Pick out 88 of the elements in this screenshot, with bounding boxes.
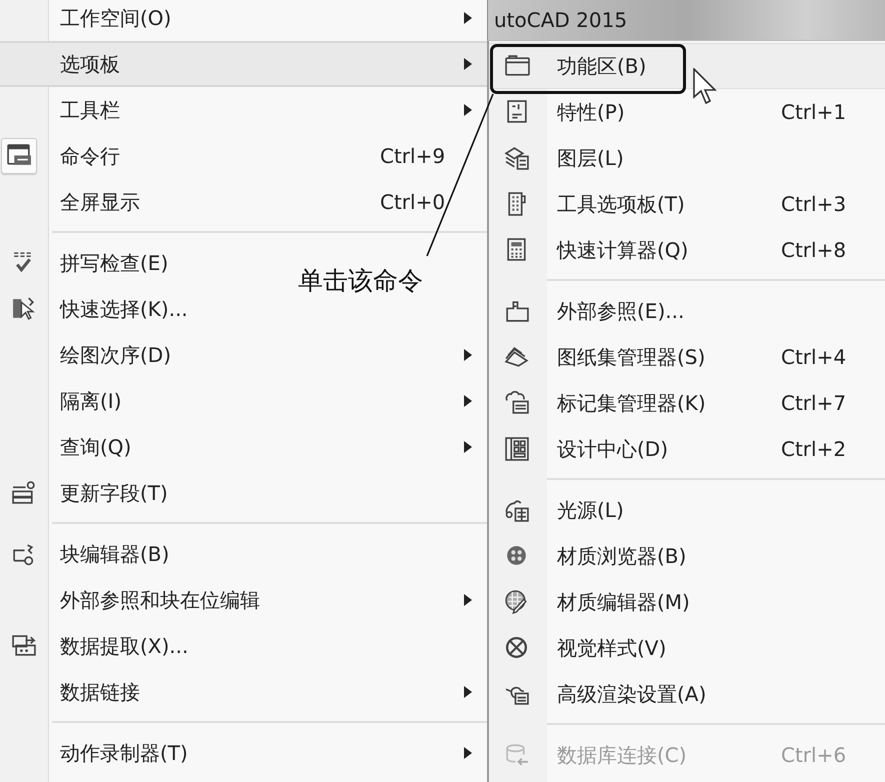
menu-item-label: 工具栏 — [60, 96, 120, 124]
submenu-arrow-icon — [464, 686, 472, 698]
submenu-item[interactable]: 高级渲染设置(A) — [489, 671, 885, 717]
menu-item[interactable]: 块编辑器(B) — [0, 531, 178, 577]
submenu-item[interactable]: 工具选项板(T) Ctrl+3 — [489, 181, 885, 227]
menu-item-label: 快速计算器(Q) — [557, 236, 688, 264]
menu-item-label: 图层(L) — [557, 144, 624, 172]
menu-item-label: 高级渲染设置(A) — [557, 680, 706, 708]
circle-cross-icon — [504, 635, 530, 661]
menu-item[interactable]: 工具栏 — [0, 87, 487, 133]
shortcut-label: Ctrl+9 — [380, 144, 446, 168]
menu-item-label: 功能区(B) — [557, 52, 646, 80]
menu-item[interactable]: 全屏显示 Ctrl+0 — [0, 179, 487, 225]
menu-item-label: 全屏显示 — [60, 188, 140, 216]
menu-item[interactable]: 快速选择(K)... — [0, 286, 196, 332]
menu-item-label: 外部参照(E)... — [557, 298, 684, 324]
menu-item-label: 材质浏览器(B) — [557, 542, 686, 570]
menu-item-label: 更新字段(T) — [60, 480, 168, 506]
submenu-item[interactable]: 快速计算器(Q) Ctrl+8 — [489, 227, 885, 273]
shortcut-label: Ctrl+8 — [781, 238, 846, 262]
menu-item[interactable]: 数据链接 — [0, 669, 487, 715]
database-icon — [504, 742, 530, 768]
menu-item[interactable]: 拼写检查(E) — [0, 240, 176, 286]
annotation-text: 单击该命令 — [298, 266, 423, 297]
shortcut-label: Ctrl+3 — [781, 192, 846, 216]
menu-item[interactable]: 命令行 Ctrl+9 — [0, 133, 487, 179]
menu-item-label: 命令行 — [60, 142, 120, 170]
submenu-item[interactable]: 图层(L) — [489, 135, 885, 181]
shortcut-label: Ctrl+6 — [781, 743, 846, 767]
shortcut-label: Ctrl+2 — [781, 437, 846, 461]
submenu-item[interactable]: 图纸集管理器(S) Ctrl+4 — [489, 334, 885, 380]
menu-item[interactable]: 数据提取(X)... — [0, 623, 196, 669]
field-update-icon — [11, 480, 37, 506]
submenu-arrow-icon — [464, 12, 472, 24]
submenu-arrow-icon — [464, 58, 472, 70]
submenu-item[interactable]: 功能区(B) — [489, 43, 885, 89]
submenu-arrow-icon — [464, 747, 472, 759]
menu-item[interactable]: 隔离(I) — [0, 378, 487, 424]
shortcut-label: Ctrl+7 — [781, 391, 846, 415]
menu-item-label: 隔离(I) — [60, 388, 122, 414]
menu-item-label: 设计中心(D) — [557, 436, 668, 462]
submenu-item[interactable]: 外部参照(E)... — [489, 288, 885, 334]
grid-panel-icon — [504, 436, 530, 462]
cursor-selection-icon — [11, 296, 37, 322]
menu-item-label: 查询(Q) — [60, 434, 132, 460]
menu-item-label: 数据提取(X)... — [60, 632, 188, 660]
menu-item-label: 材质编辑器(M) — [557, 588, 690, 616]
mouse-cursor-icon — [693, 68, 717, 106]
menu-item-label: 工作空间(O) — [60, 4, 172, 32]
menu-item-label: 绘图次序(D) — [60, 342, 172, 368]
menu-item[interactable]: 选项板 — [0, 41, 487, 87]
menu-item[interactable]: 更新字段(T) — [0, 470, 176, 516]
menu-item-label: 数据库连接(C) — [557, 742, 687, 768]
submenu-item[interactable]: 光源(L) — [489, 487, 885, 533]
menu-item[interactable]: 查询(Q) — [0, 424, 487, 470]
submenu-arrow-icon — [464, 594, 472, 606]
menu-item-label: 块编辑器(B) — [60, 540, 170, 568]
menu-item[interactable]: 绘图次序(D) — [0, 332, 487, 378]
menu-item-label: 视觉样式(V) — [557, 634, 666, 662]
submenu-item[interactable]: 材质浏览器(B) — [489, 533, 885, 579]
menu-item-label: 动作录制器(T) — [60, 740, 188, 766]
menu-item-label: 光源(L) — [557, 496, 624, 524]
window-title: utoCAD 2015 — [494, 8, 628, 32]
shortcut-label: Ctrl+0 — [380, 190, 446, 214]
menu-item-label: 图纸集管理器(S) — [557, 344, 706, 370]
submenu-item[interactable]: 设计中心(D) Ctrl+2 — [489, 426, 885, 472]
submenu-arrow-icon — [464, 441, 472, 453]
shortcut-label: Ctrl+4 — [781, 345, 846, 369]
menu-item-label: 选项板 — [60, 50, 120, 78]
menu-item-label: 外部参照和块在位编辑 — [60, 586, 260, 614]
cloud-table-icon — [504, 390, 530, 416]
submenu-item[interactable]: 视觉样式(V) — [489, 625, 885, 671]
menu-item-label: 数据链接 — [60, 678, 140, 706]
submenu-item[interactable]: 材质编辑器(M) — [489, 579, 885, 625]
menu-item[interactable]: 动作录制器(T) — [0, 730, 487, 776]
layers-icon — [504, 145, 530, 171]
menu-item-label: 拼写检查(E) — [60, 250, 168, 276]
menu-item-label: 工具选项板(T) — [557, 190, 685, 218]
menu-item-label: 快速选择(K)... — [60, 296, 188, 322]
submenu-arrow-icon — [464, 104, 472, 116]
menu-item[interactable]: 外部参照和块在位编辑 — [0, 577, 487, 623]
menu-item[interactable]: 工作空间(O) — [0, 0, 487, 41]
submenu-arrow-icon — [464, 395, 472, 407]
menu-item-label: 特性(P) — [557, 98, 625, 126]
submenu-item[interactable]: 标记集管理器(K) Ctrl+7 — [489, 380, 885, 426]
menu-item-label: 标记集管理器(K) — [557, 390, 706, 416]
submenu-arrow-icon — [464, 349, 472, 361]
shortcut-label: Ctrl+1 — [781, 100, 846, 124]
